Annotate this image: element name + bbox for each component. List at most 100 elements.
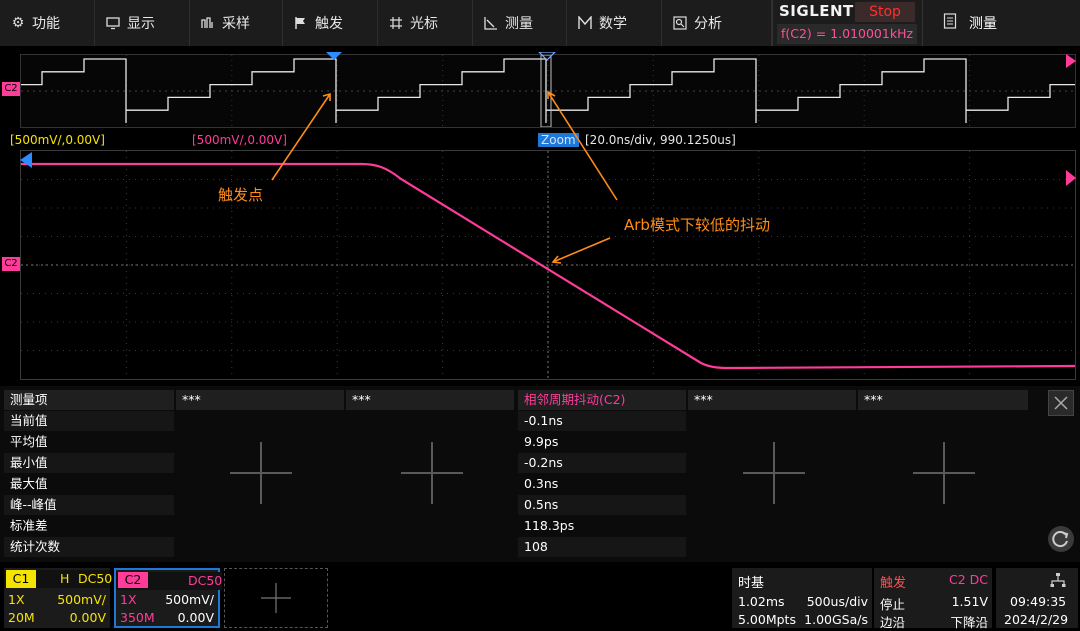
c2-scale-label: [500mV/,0.00V] xyxy=(192,133,287,147)
siglent-logo: SIGLENT xyxy=(779,2,854,20)
measure-slot-5[interactable]: *** xyxy=(858,390,1028,410)
trigger-point-annotation: 触发点 xyxy=(218,186,264,204)
overview-waveform[interactable] xyxy=(0,54,1080,128)
frequency-readout: f(C2) = 1.010001kHz xyxy=(777,24,917,44)
trigger-type: 边沿 xyxy=(880,615,906,630)
c1-header: C1 H DC50 xyxy=(4,570,112,588)
menu-trigger[interactable]: 触发 xyxy=(283,0,378,46)
c2-channel-box[interactable]: C2 DC50 1X 500mV/ 350M 0.00V xyxy=(114,568,222,628)
clock-date: 2024/2/29 xyxy=(1004,612,1069,627)
add-measure-5-plus-icon[interactable] xyxy=(913,442,975,504)
menu-analysis-label: 分析 xyxy=(694,16,722,32)
c2-name: C2 xyxy=(118,572,148,588)
menu-display-label: 显示 xyxy=(127,16,155,32)
value-max: 0.3ns xyxy=(524,476,559,491)
zoom-waveform-area[interactable] xyxy=(20,150,1076,380)
menu-display[interactable]: 显示 xyxy=(95,0,190,46)
c1-offset: 0.00V xyxy=(69,610,106,625)
menu-function-label: 功能 xyxy=(32,16,60,32)
timebase-delay: 1.02ms xyxy=(738,594,785,609)
measure-statistics-panel: 测量项 *** *** 相邻周期抖动(C2) *** *** 当前值 平均值 最… xyxy=(0,386,1080,562)
menu-measure-label: 测量 xyxy=(505,16,533,32)
menu-cursor-label: 光标 xyxy=(410,16,438,32)
measure-slot-1[interactable]: *** xyxy=(176,390,344,410)
acquire-icon xyxy=(200,15,216,31)
menu-cursor[interactable]: 光标 xyxy=(378,0,473,46)
measure-icon xyxy=(483,15,499,31)
overview-right-arrow xyxy=(1066,54,1076,68)
cursor-icon xyxy=(388,15,404,31)
c1-name: C1 xyxy=(6,570,36,588)
flag-icon xyxy=(293,15,309,31)
clock-time: 09:49:35 xyxy=(1010,594,1067,609)
value-count: 108 xyxy=(518,537,686,557)
brand-panel: SIGLENT Stop f(C2) = 1.010001kHz xyxy=(772,0,920,46)
menu-acquire[interactable]: 采样 xyxy=(190,0,283,46)
row-label-mean: 平均值 xyxy=(10,434,48,449)
measure-menu-label: 测量 xyxy=(969,16,997,32)
add-channel-slot[interactable] xyxy=(224,568,328,628)
timebase-sample-rate: 1.00GSa/s xyxy=(804,612,868,627)
c1-level-marker[interactable] xyxy=(20,152,32,168)
zoom-window-marker[interactable] xyxy=(537,52,557,62)
menu-math[interactable]: 数学 xyxy=(567,0,662,46)
zoom-timebase-label: [20.0ns/div, 990.1250us] xyxy=(585,133,736,147)
menu-math-label: 数学 xyxy=(599,16,627,32)
row-label-pk-pk: 峰--峰值 xyxy=(4,495,174,515)
trigger-level: 1.51V xyxy=(951,594,988,609)
c2-header: C2 DC50 xyxy=(116,572,222,590)
add-measure-2-plus-icon[interactable] xyxy=(401,442,463,504)
menu-trigger-label: 触发 xyxy=(315,16,343,32)
trigger-mode: 停止 xyxy=(880,597,906,612)
value-pk-pk: 0.5ns xyxy=(518,495,686,515)
close-icon xyxy=(1054,396,1068,410)
value-stddev: 118.3ps xyxy=(524,518,575,533)
c1-mode: H xyxy=(60,571,70,586)
trigger-position-marker[interactable] xyxy=(324,52,344,62)
trigger-title: 触发 xyxy=(880,576,907,591)
trigger-box[interactable]: 触发 C2 DC 停止 1.51V 边沿 下降沿 xyxy=(874,568,992,630)
menu-function[interactable]: ⚙ 功能 xyxy=(0,0,95,46)
c1-scale: 500mV/ xyxy=(57,592,106,607)
trigger-source: C2 DC xyxy=(948,572,988,587)
timebase-box[interactable]: 时基 1.02ms 500us/div 5.00Mpts 1.00GSa/s xyxy=(732,568,872,628)
value-mean: 9.9ps xyxy=(524,434,559,449)
measure-header-item: 测量项 xyxy=(4,390,174,410)
add-measure-4-plus-icon[interactable] xyxy=(743,442,805,504)
clock-box: 09:49:35 2024/2/29 xyxy=(996,568,1078,628)
c1-bandwidth: 20M xyxy=(8,610,35,625)
timebase-scale: 500us/div xyxy=(806,594,868,609)
main-right-arrow xyxy=(1066,170,1076,186)
arb-jitter-annotation: Arb模式下较低的抖动 xyxy=(624,216,770,234)
overview-c2-marker[interactable]: C2 xyxy=(2,82,20,96)
gear-icon: ⚙ xyxy=(11,15,25,31)
refresh-statistics-button[interactable] xyxy=(1048,526,1074,552)
measure-menu-button[interactable]: 测量 xyxy=(922,0,1080,46)
measure-slot-4[interactable]: *** xyxy=(688,390,856,410)
row-label-min: 最小值 xyxy=(4,453,174,473)
row-label-stddev: 标准差 xyxy=(10,518,48,533)
menu-measure[interactable]: 测量 xyxy=(473,0,567,46)
bottom-status-bar: C1 H DC50 1X 500mV/ 20M 0.00V C2 DC50 1X… xyxy=(0,564,1080,630)
list-icon xyxy=(943,13,957,33)
overview-waveform-svg xyxy=(0,54,1080,128)
trigger-slope: 下降沿 xyxy=(950,615,988,630)
value-min: -0.2ns xyxy=(518,453,686,473)
c1-channel-box[interactable]: C1 H DC50 1X 500mV/ 20M 0.00V xyxy=(4,568,112,628)
timebase-memory-depth: 5.00Mpts xyxy=(738,612,796,627)
main-c2-marker[interactable]: C2 xyxy=(2,257,20,271)
c1-probe: 1X xyxy=(8,592,25,607)
zoom-waveform-svg xyxy=(21,151,1076,379)
close-panel-button[interactable] xyxy=(1048,390,1074,416)
run-stop-status[interactable]: Stop xyxy=(855,2,915,22)
row-label-current: 当前值 xyxy=(4,411,174,431)
c2-offset: 0.00V xyxy=(177,610,214,625)
measure-slot-2[interactable]: *** xyxy=(346,390,514,410)
add-channel-plus-icon xyxy=(261,583,291,613)
network-icon xyxy=(1050,573,1066,587)
c2-coupling: DC50 xyxy=(188,573,223,588)
measure-slot-c2-jitter[interactable]: 相邻周期抖动(C2) xyxy=(518,390,686,410)
add-measure-1-plus-icon[interactable] xyxy=(230,442,292,504)
row-label-count: 统计次数 xyxy=(4,537,174,557)
menu-analysis[interactable]: 分析 xyxy=(662,0,772,46)
